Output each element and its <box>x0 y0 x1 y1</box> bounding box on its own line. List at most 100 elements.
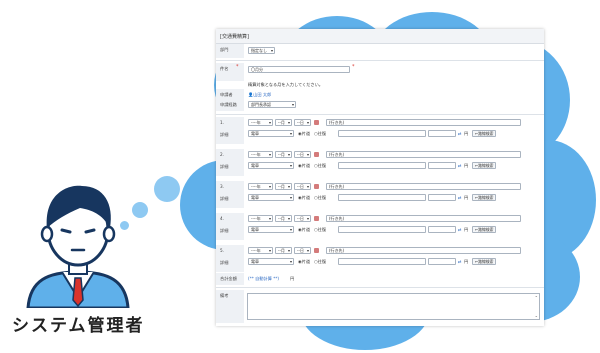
entry-detail-label: 詳細 <box>220 132 229 137</box>
day-select[interactable]: --日 <box>294 119 311 126</box>
recalc-icon[interactable]: ⇄ <box>458 163 462 168</box>
entry-row: 5. 詳細 ----年 --月 --日 (行き先) 電車 ◉片道 ○往復 ⇄ 円… <box>216 245 544 272</box>
calendar-icon[interactable] <box>314 216 319 221</box>
route-input[interactable] <box>338 226 426 233</box>
currency-label: 円 <box>464 163 469 168</box>
transport-select[interactable]: 電車 <box>248 162 294 169</box>
destination-input[interactable]: (行き先) <box>326 215 521 222</box>
subject-input[interactable]: 〇月分 <box>248 66 350 73</box>
form-title-bar: [交通費精算] <box>216 29 544 44</box>
destination-input[interactable]: (行き先) <box>326 247 521 254</box>
route-search-button[interactable]: ←路線検索 <box>472 130 497 137</box>
route-input[interactable] <box>338 258 426 265</box>
total-row: 合計金額 (** 自動計算 **) 円 <box>216 273 544 285</box>
scroll-down-icon[interactable]: ⌄ <box>535 313 538 318</box>
calendar-icon[interactable] <box>314 152 319 157</box>
amount-input[interactable] <box>428 130 456 137</box>
person-caption: システム管理者 <box>12 316 145 336</box>
trip-radio-round[interactable]: ○往復 <box>314 163 326 169</box>
division-label: 部門 <box>216 44 244 58</box>
route-search-button[interactable]: ←路線検索 <box>472 194 497 201</box>
month-select[interactable]: --月 <box>275 215 292 222</box>
route-input[interactable] <box>338 130 426 137</box>
trip-radio-round[interactable]: ○往復 <box>314 259 326 265</box>
day-select[interactable]: --日 <box>294 247 311 254</box>
entry-detail-label: 詳細 <box>220 260 229 265</box>
applicant-user-link[interactable]: 👤山田 太郎 <box>248 92 271 98</box>
entry-index: 1. <box>220 120 224 125</box>
month-select[interactable]: --月 <box>275 247 292 254</box>
trip-radio-oneway[interactable]: ◉片道 <box>298 131 310 137</box>
subject-label: 件名 <box>216 63 244 81</box>
division-row: 部門 指定なし <box>216 44 544 58</box>
recalc-icon[interactable]: ⇄ <box>458 227 462 232</box>
calendar-icon[interactable] <box>314 184 319 189</box>
amount-input[interactable] <box>428 162 456 169</box>
route-select[interactable]: 部門長承認 <box>248 101 296 108</box>
year-select[interactable]: ----年 <box>248 183 273 190</box>
transport-select[interactable]: 電車 <box>248 226 294 233</box>
recalc-icon[interactable]: ⇄ <box>458 195 462 200</box>
expense-form-window: [交通費精算] 部門 指定なし 件名 * 〇月分 * 精算対象となる月を入力して… <box>216 29 544 326</box>
destination-input[interactable]: (行き先) <box>326 183 521 190</box>
month-select[interactable]: --月 <box>275 119 292 126</box>
entry-row: 2. 詳細 ----年 --月 --日 (行き先) 電車 ◉片道 ○往復 ⇄ 円… <box>216 149 544 176</box>
route-search-button[interactable]: ←路線検索 <box>472 258 497 265</box>
trip-radio-round[interactable]: ○往復 <box>314 227 326 233</box>
applicant-row: 申請者 👤山田 太郎 <box>216 89 544 99</box>
entry-index: 5. <box>220 248 224 253</box>
trip-radio-oneway[interactable]: ◉片道 <box>298 227 310 233</box>
calendar-icon[interactable] <box>314 248 319 253</box>
route-input[interactable] <box>338 162 426 169</box>
division-select[interactable]: 指定なし <box>248 47 275 54</box>
currency-label: 円 <box>464 131 469 136</box>
entry-index: 4. <box>220 216 224 221</box>
form-title: [交通費精算] <box>220 34 249 40</box>
year-select[interactable]: ----年 <box>248 215 273 222</box>
trip-radio-oneway[interactable]: ◉片道 <box>298 163 310 169</box>
route-input[interactable] <box>338 194 426 201</box>
subject-hint: 精算対象となる月を入力してください。 <box>248 82 323 87</box>
year-select[interactable]: ----年 <box>248 119 273 126</box>
trip-radio-round[interactable]: ○往復 <box>314 195 326 201</box>
transport-select[interactable]: 電車 <box>248 194 294 201</box>
year-select[interactable]: ----年 <box>248 151 273 158</box>
trip-radio-round[interactable]: ○往復 <box>314 131 326 137</box>
amount-input[interactable] <box>428 258 456 265</box>
trip-radio-oneway[interactable]: ◉片道 <box>298 259 310 265</box>
transport-select[interactable]: 電車 <box>248 130 294 137</box>
currency-label: 円 <box>464 259 469 264</box>
remarks-textarea[interactable]: ⌃ ⌄ <box>247 293 540 320</box>
day-select[interactable]: --日 <box>294 151 311 158</box>
amount-input[interactable] <box>428 226 456 233</box>
total-currency: 円 <box>290 276 295 281</box>
recalc-icon[interactable]: ⇄ <box>458 131 462 136</box>
entry-label-col: 1. 詳細 <box>216 117 244 144</box>
entry-row: 4. 詳細 ----年 --月 --日 (行き先) 電車 ◉片道 ○往復 ⇄ 円… <box>216 213 544 240</box>
route-search-button[interactable]: ←路線検索 <box>472 162 497 169</box>
entry-row: 3. 詳細 ----年 --月 --日 (行き先) 電車 ◉片道 ○往復 ⇄ 円… <box>216 181 544 208</box>
destination-input[interactable]: (行き先) <box>326 151 521 158</box>
entry-detail-label: 詳細 <box>220 196 229 201</box>
entry-label-col: 5. 詳細 <box>216 245 244 272</box>
required-mark: * <box>236 64 239 70</box>
day-select[interactable]: --日 <box>294 183 311 190</box>
month-select[interactable]: --月 <box>275 183 292 190</box>
applicant-label: 申請者 <box>216 89 244 99</box>
currency-label: 円 <box>464 195 469 200</box>
route-search-button[interactable]: ←路線検索 <box>472 226 497 233</box>
amount-input[interactable] <box>428 194 456 201</box>
recalc-icon[interactable]: ⇄ <box>458 259 462 264</box>
entry-row: 1. 詳細 ----年 --月 --日 (行き先) 電車 ◉片道 ○往復 ⇄ 円… <box>216 117 544 144</box>
calendar-icon[interactable] <box>314 120 319 125</box>
scroll-up-icon[interactable]: ⌃ <box>535 295 538 300</box>
transport-select[interactable]: 電車 <box>248 258 294 265</box>
day-select[interactable]: --日 <box>294 215 311 222</box>
entry-index: 2. <box>220 152 224 157</box>
destination-input[interactable]: (行き先) <box>326 119 521 126</box>
year-select[interactable]: ----年 <box>248 247 273 254</box>
month-select[interactable]: --月 <box>275 151 292 158</box>
route-row: 申請経路 部門長承認 <box>216 99 544 111</box>
trip-radio-oneway[interactable]: ◉片道 <box>298 195 310 201</box>
section-divider <box>216 114 544 115</box>
